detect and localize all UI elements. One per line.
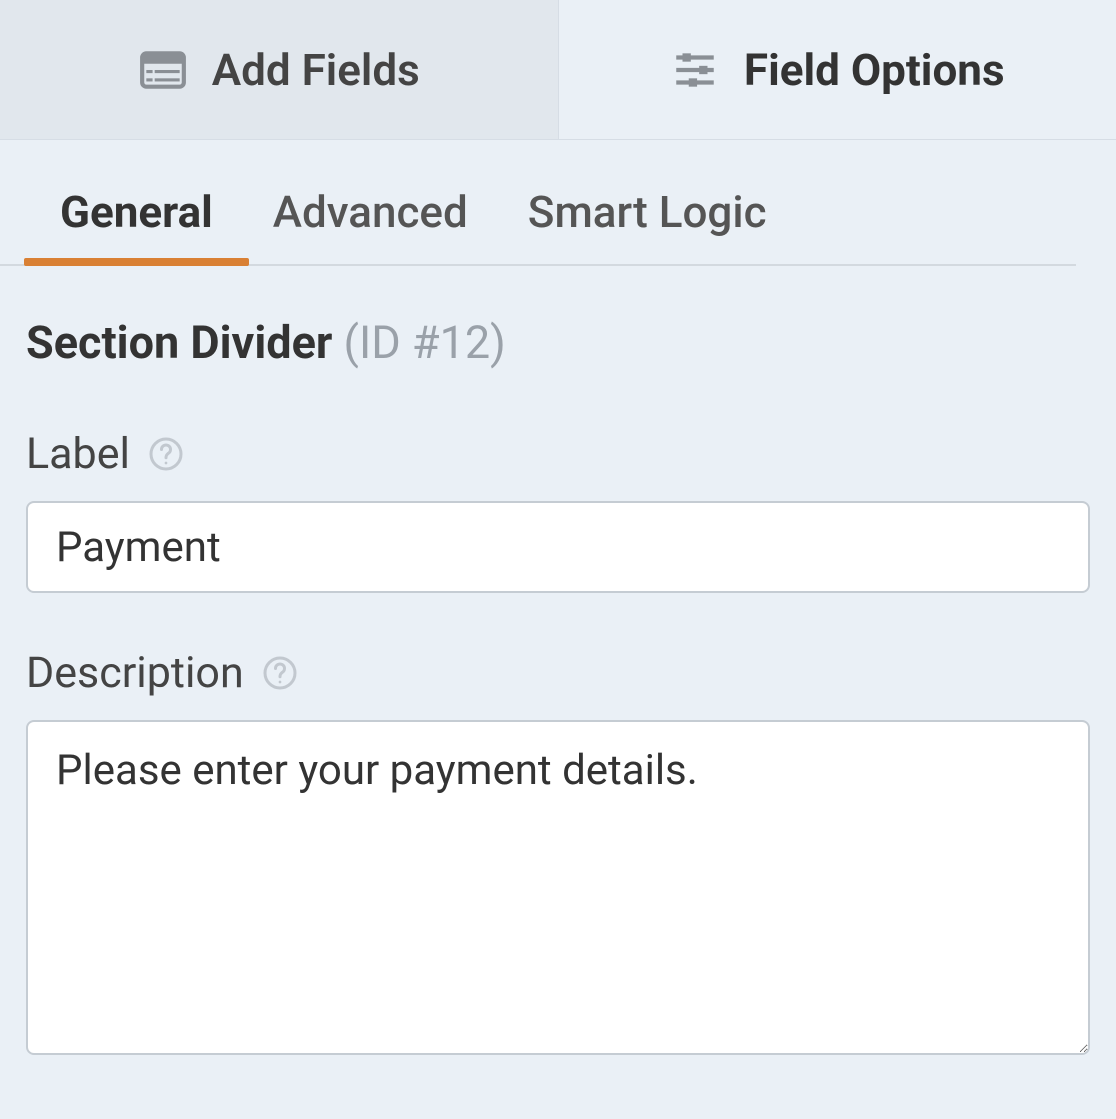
label-row: Label <box>26 429 1090 479</box>
subtab-smart-logic[interactable]: Smart Logic <box>528 160 767 264</box>
sub-tabs: General Advanced Smart Logic <box>0 160 1076 266</box>
description-textarea[interactable] <box>26 720 1090 1055</box>
section-title: Section Divider (ID #12) <box>26 316 1090 369</box>
label-field-label: Label <box>26 429 130 479</box>
field-group-description: Description <box>26 648 1090 1059</box>
field-group-label: Label <box>26 429 1090 593</box>
section-name: Section Divider <box>26 316 332 369</box>
content-panel: Section Divider (ID #12) Label Descripti… <box>0 266 1116 1059</box>
tab-field-options[interactable]: Field Options <box>559 0 1116 139</box>
section-id: (ID #12) <box>344 316 506 369</box>
subtab-advanced[interactable]: Advanced <box>273 160 468 264</box>
top-tabs: Add Fields Field Options <box>0 0 1116 140</box>
tab-add-fields[interactable]: Add Fields <box>0 0 559 139</box>
label-input[interactable] <box>26 501 1090 593</box>
sliders-icon <box>670 45 720 95</box>
tab-add-fields-label: Add Fields <box>212 44 420 96</box>
tab-field-options-label: Field Options <box>744 44 1005 96</box>
description-row: Description <box>26 648 1090 698</box>
help-icon[interactable] <box>262 655 298 691</box>
help-icon[interactable] <box>148 436 184 472</box>
list-icon <box>138 45 188 95</box>
description-field-label: Description <box>26 648 244 698</box>
subtab-general[interactable]: General <box>60 160 213 264</box>
